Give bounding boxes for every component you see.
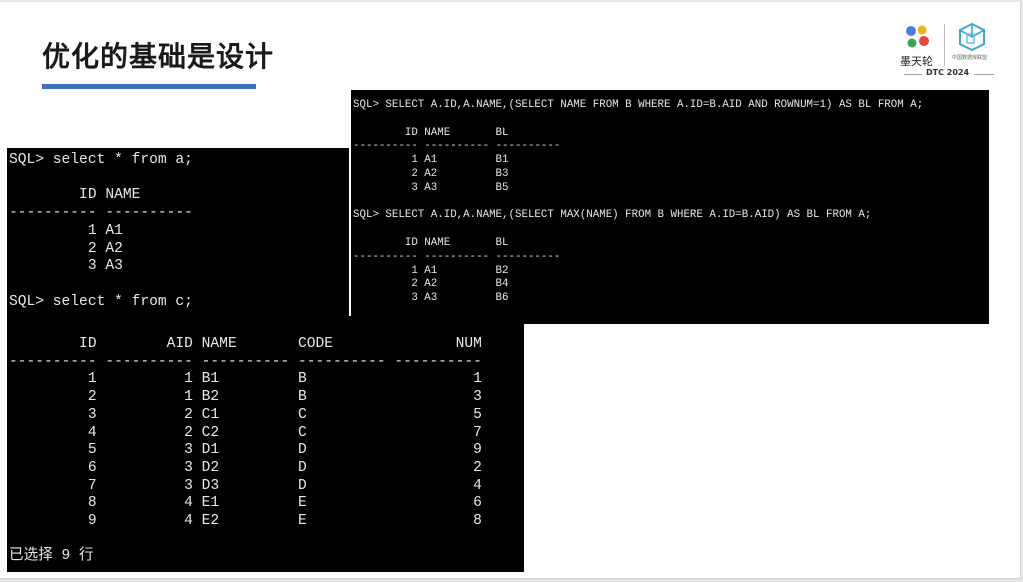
terminal-line: 3 A3 (9, 258, 123, 275)
terminal-subquery: SQL> SELECT A.ID,A.NAME,(SELECT NAME FRO… (349, 90, 989, 324)
terminal-line: SQL> select * from a; (9, 152, 193, 168)
terminal-line: 8 4 E1 E 6 (9, 495, 482, 512)
terminal-line: 5 3 D1 D 9 (9, 442, 482, 459)
logo-divider (944, 24, 945, 66)
terminal-line: ID NAME (9, 187, 141, 204)
terminal-line: 2 A2 B4 (353, 278, 509, 291)
terminal-line: ID NAME BL (353, 236, 509, 249)
terminal-line: 2 1 B2 B 3 (9, 389, 482, 406)
event-label: DTC 2024 (926, 68, 970, 77)
slide: 优化的基础是设计 墨天轮 中国数据库联盟 DTC 2024 SQL> SELEC… (0, 2, 1021, 579)
terminal-line: 7 3 D3 D 4 (9, 477, 482, 494)
terminal-line: ID AID NAME CODE NUM (9, 336, 482, 352)
terminal-line: 2 A2 B3 (353, 167, 509, 180)
cube-logo-icon (959, 22, 985, 52)
terminal-line: 3 2 C1 C 5 (9, 406, 482, 423)
divider-line (974, 74, 994, 75)
terminal-line: 2 A2 (9, 240, 123, 257)
logo-area: 墨天轮 中国数据库联盟 DTC 2024 (898, 20, 998, 82)
terminal-line: ID NAME BL (353, 126, 509, 139)
brand-name: 墨天轮 (900, 55, 933, 68)
slide-title: 优化的基础是设计 (42, 40, 275, 73)
terminal-line: 3 A3 B5 (353, 181, 509, 194)
modb-logo-icon (906, 25, 929, 48)
terminal-line: SQL> select * from c; (9, 293, 193, 310)
terminal-line: 1 A1 (9, 222, 123, 239)
org-name: 中国数据库联盟 (952, 55, 988, 61)
terminal-line: 1 A1 B2 (353, 264, 509, 277)
title-underline (42, 84, 256, 89)
divider-line (904, 74, 922, 75)
terminal-line: SQL> SELECT A.ID,A.NAME,(SELECT MAX(NAME… (353, 209, 872, 222)
terminal-line: 1 1 B1 B 1 (9, 371, 482, 388)
terminal-line: ---------- ---------- ---------- (353, 140, 561, 153)
terminal-line: 1 A1 B1 (353, 154, 509, 167)
terminal-line: 已选择 9 行 (9, 548, 94, 565)
terminal-select-c: ID AID NAME CODE NUM ---------- ---------… (7, 316, 524, 572)
terminal-line: 3 A3 B6 (353, 292, 509, 305)
terminal-line: SQL> SELECT A.ID,A.NAME,(SELECT NAME FRO… (353, 99, 924, 111)
terminal-line: ---------- ---------- ---------- -------… (9, 353, 482, 370)
terminal-select-a: SQL> select * from a; ID NAME ---------- … (7, 148, 349, 322)
terminal-line: 9 4 E2 E 8 (9, 513, 482, 530)
terminal-line: 6 3 D2 D 2 (9, 459, 482, 476)
terminal-line: 4 2 C2 C 7 (9, 424, 482, 441)
terminal-line: ---------- ---------- ---------- (353, 250, 561, 263)
terminal-line: ---------- ---------- (9, 205, 193, 222)
